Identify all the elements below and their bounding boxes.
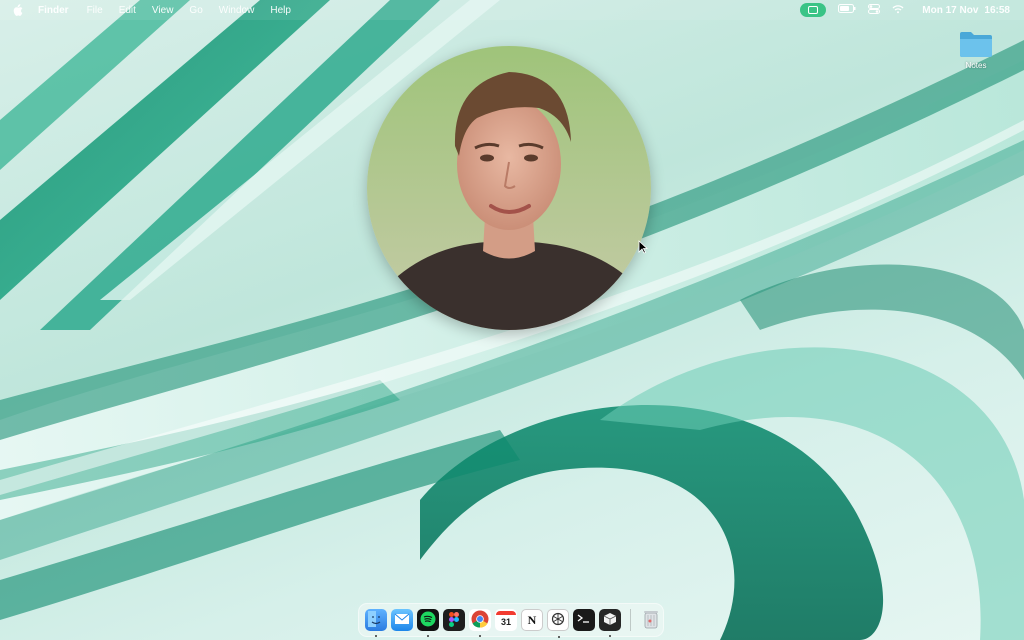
wifi-icon[interactable]: [892, 4, 904, 17]
terminal-icon: [577, 614, 591, 626]
menu-window[interactable]: Window: [219, 5, 255, 16]
menu-clock[interactable]: Mon 17 Nov 16:58: [916, 5, 1010, 16]
running-indicator: [375, 635, 377, 637]
dock-item-figma[interactable]: [443, 609, 465, 631]
calendar-day: 31: [500, 617, 511, 627]
dock-item-app[interactable]: [599, 609, 621, 637]
menu-go[interactable]: Go: [189, 5, 202, 16]
webcam-feed: [367, 46, 651, 330]
mouse-cursor-icon: [638, 240, 648, 254]
dock-item-trash[interactable]: [640, 609, 662, 631]
dock-item-mail[interactable]: [391, 609, 413, 631]
desktop-folder-notes[interactable]: Notes: [954, 30, 998, 80]
dock-item-chrome[interactable]: [469, 609, 491, 637]
dock-item-spotify[interactable]: [417, 609, 439, 637]
dock-item-calendar[interactable]: 31: [495, 609, 517, 631]
menu-view[interactable]: View: [152, 5, 174, 16]
cube-app-icon: [603, 612, 617, 628]
dock-item-notion[interactable]: N: [521, 609, 543, 631]
webcam-overlay[interactable]: [367, 46, 651, 330]
dock: 31 N: [358, 603, 664, 638]
figma-icon: [449, 611, 459, 629]
folder-label: Notes: [965, 61, 987, 70]
running-indicator: [427, 635, 429, 637]
dock-separator: [630, 609, 631, 631]
chrome-icon: [471, 610, 489, 630]
folder-icon: [960, 32, 992, 57]
menu-bar: Finder File Edit View Go Window Help Mon…: [0, 0, 1024, 20]
dock-item-chatgpt[interactable]: [547, 609, 569, 638]
control-center-icon[interactable]: [868, 3, 881, 17]
dock-item-terminal[interactable]: [573, 609, 595, 631]
clock-date: Mon 17 Nov: [922, 4, 979, 16]
running-indicator: [558, 636, 560, 638]
dock-item-finder[interactable]: [365, 609, 387, 637]
menu-app-name[interactable]: Finder: [38, 5, 69, 16]
clock-time: 16:58: [984, 4, 1010, 16]
finder-icon: [368, 611, 384, 629]
notion-icon: N: [527, 612, 537, 627]
battery-icon[interactable]: [838, 4, 856, 16]
desktop: Finder File Edit View Go Window Help Mon…: [0, 0, 1024, 640]
menu-help[interactable]: Help: [270, 5, 291, 16]
apple-menu-icon[interactable]: [12, 4, 26, 16]
menu-file[interactable]: File: [87, 5, 103, 16]
running-indicator: [479, 635, 481, 637]
trash-icon: [643, 609, 659, 631]
spotify-icon: [420, 611, 436, 629]
menu-edit[interactable]: Edit: [119, 5, 136, 16]
mail-icon: [394, 613, 410, 627]
running-indicator: [609, 635, 611, 637]
screen-recording-indicator-icon[interactable]: [800, 3, 827, 17]
chatgpt-icon: [551, 612, 565, 628]
